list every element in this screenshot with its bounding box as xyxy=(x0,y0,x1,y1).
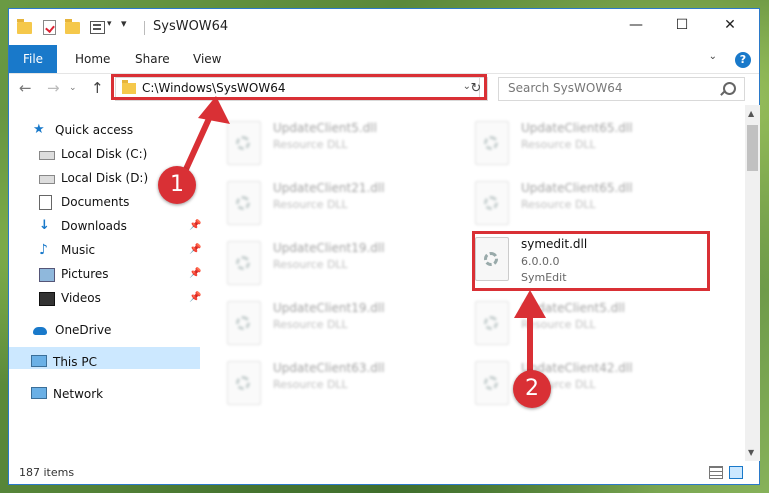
arrow-1-head xyxy=(198,96,230,124)
arrow-2-head xyxy=(514,290,546,318)
annotation-arrows xyxy=(179,96,546,383)
step-marker-1: 1 xyxy=(158,166,196,204)
step-marker-2: 2 xyxy=(513,370,551,408)
